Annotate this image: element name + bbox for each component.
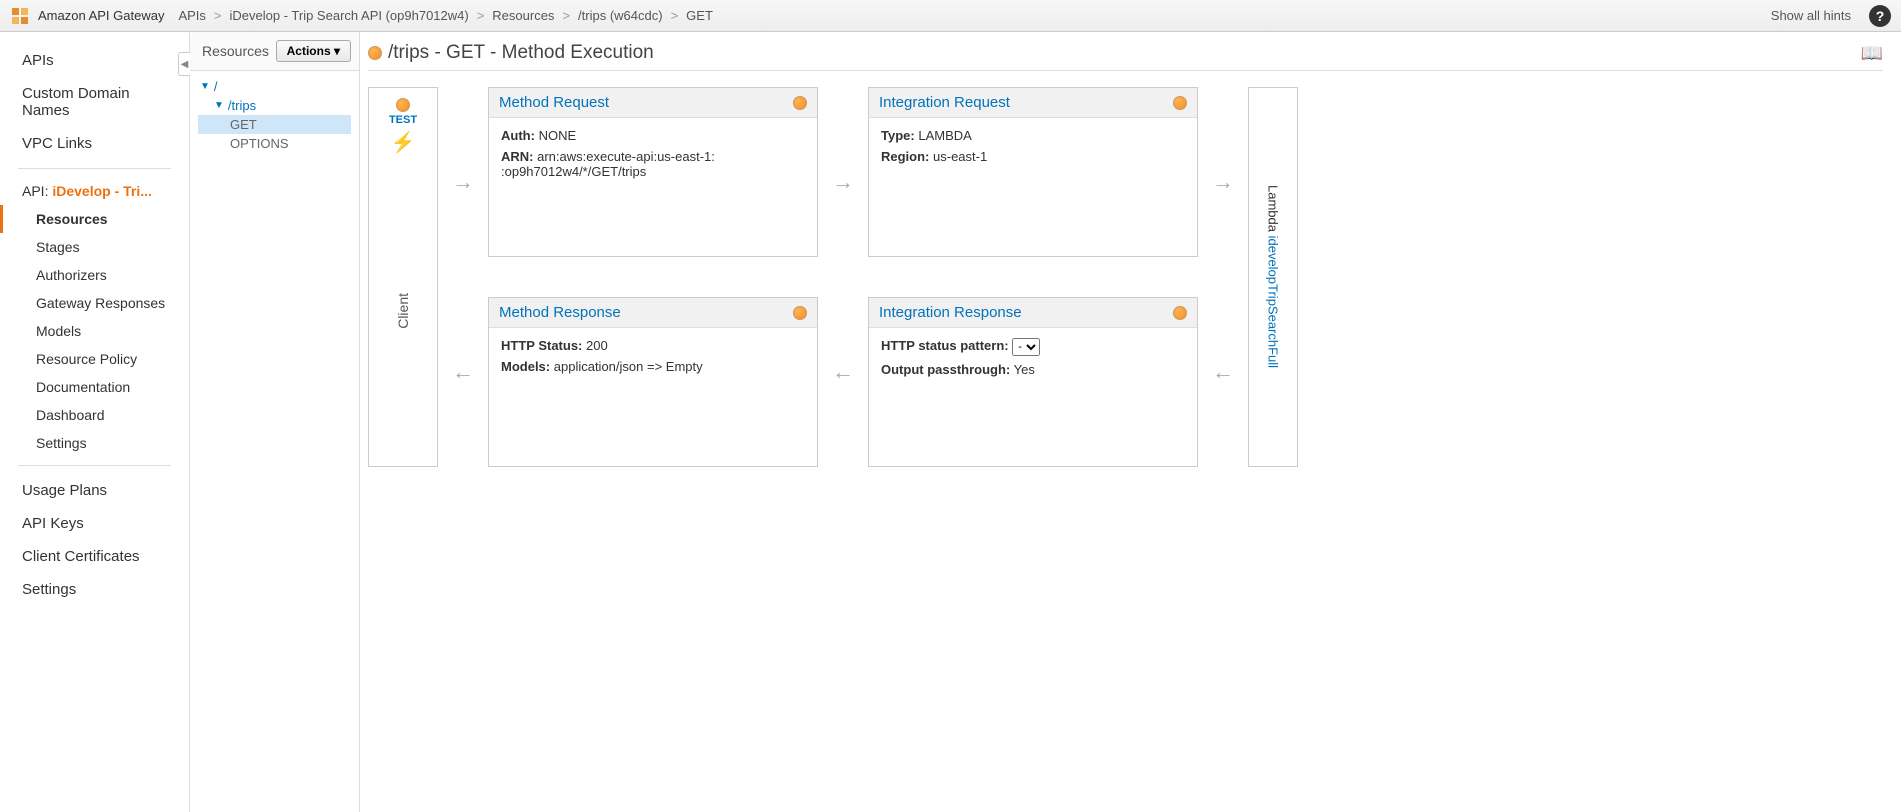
show-hints-link[interactable]: Show all hints <box>1771 8 1851 23</box>
resource-tree: ▼/ ▼/trips GET OPTIONS <box>190 71 359 159</box>
resources-panel: Resources Actions ▾ ▼/ ▼/trips GET OPTIO… <box>190 32 360 812</box>
client-label: Client <box>395 293 411 329</box>
auth-label: Auth: <box>501 128 535 143</box>
region-value: us-east-1 <box>933 149 987 164</box>
lambda-name[interactable]: idevelopTripSearchFull <box>1266 236 1281 368</box>
http-status-label: HTTP Status: <box>501 338 582 353</box>
models-label: Models: <box>501 359 550 374</box>
help-icon[interactable]: ? <box>1869 5 1891 27</box>
type-label: Type: <box>881 128 915 143</box>
method-request-card: Method Request Auth: NONE ARN: arn:aws:e… <box>488 87 818 257</box>
top-bar: Amazon API Gateway APIs> iDevelop - Trip… <box>0 0 1901 32</box>
integration-request-link[interactable]: Integration Request <box>879 94 1010 111</box>
method-request-link[interactable]: Method Request <box>499 94 609 111</box>
type-value: LAMBDA <box>918 128 971 143</box>
subnav-settings[interactable]: Settings <box>0 429 189 457</box>
tree-get[interactable]: GET <box>198 115 351 134</box>
integration-response-link[interactable]: Integration Response <box>879 304 1022 321</box>
dot-icon <box>793 306 807 320</box>
crumb-path[interactable]: /trips (w64cdc) <box>578 8 663 23</box>
subnav-models[interactable]: Models <box>0 317 189 345</box>
models-value: application/json => Empty <box>554 359 703 374</box>
passthrough-label: Output passthrough: <box>881 362 1010 377</box>
dot-icon <box>1173 96 1187 110</box>
nav-usage-plans[interactable]: Usage Plans <box>0 474 189 507</box>
bolt-icon: ⚡ <box>391 130 416 155</box>
arn-label: ARN: <box>501 149 534 164</box>
arrow-right-icon: → <box>1212 169 1234 195</box>
nav-api-keys[interactable]: API Keys <box>0 507 189 540</box>
left-sidebar: APIs Custom Domain Names VPC Links API: … <box>0 32 190 812</box>
pattern-label: HTTP status pattern: <box>881 338 1009 353</box>
service-name: Amazon API Gateway <box>38 8 164 23</box>
region-label: Region: <box>881 149 929 164</box>
dot-icon <box>1173 306 1187 320</box>
nav-custom-domain[interactable]: Custom Domain Names <box>0 77 189 127</box>
arrow-right-icon: → <box>832 169 854 195</box>
crumb-method[interactable]: GET <box>686 8 713 23</box>
actions-button[interactable]: Actions ▾ <box>276 40 351 62</box>
arrow-left-icon: ← <box>452 359 474 385</box>
method-response-card: Method Response HTTP Status: 200 Models:… <box>488 297 818 467</box>
crumb-apis[interactable]: APIs <box>178 8 205 23</box>
tree-options[interactable]: OPTIONS <box>198 134 351 153</box>
arrow-right-icon: → <box>452 169 474 195</box>
subnav-authorizers[interactable]: Authorizers <box>0 261 189 289</box>
nav-client-certificates[interactable]: Client Certificates <box>0 540 189 573</box>
page-title: /trips - GET - Method Execution <box>388 42 654 64</box>
subnav-stages[interactable]: Stages <box>0 233 189 261</box>
subnav-gateway-responses[interactable]: Gateway Responses <box>0 289 189 317</box>
arrow-left-icon: ← <box>832 359 854 385</box>
crumb-resources[interactable]: Resources <box>492 8 554 23</box>
service-logo: Amazon API Gateway <box>10 6 164 26</box>
chevron-down-icon: ▾ <box>334 44 340 58</box>
nav-apis[interactable]: APIs <box>0 44 189 77</box>
http-status-value: 200 <box>586 338 608 353</box>
passthrough-value: Yes <box>1014 362 1035 377</box>
api-name: iDevelop - Tri... <box>52 183 152 199</box>
arrow-left-icon: ← <box>1212 359 1234 385</box>
main-content: /trips - GET - Method Execution 📖 TEST ⚡… <box>360 32 1901 812</box>
status-dot-icon <box>368 46 382 60</box>
resources-title: Resources <box>202 43 270 59</box>
tree-trips[interactable]: ▼/trips <box>198 96 351 115</box>
method-response-link[interactable]: Method Response <box>499 304 621 321</box>
api-label: API: iDevelop - Tri... <box>0 177 189 205</box>
lambda-prefix: Lambda <box>1266 185 1281 236</box>
integration-request-card: Integration Request Type: LAMBDA Region:… <box>868 87 1198 257</box>
dot-icon <box>793 96 807 110</box>
gateway-icon <box>10 6 30 26</box>
pattern-select[interactable]: - <box>1012 338 1040 356</box>
test-label: TEST <box>389 114 417 126</box>
book-icon[interactable]: 📖 <box>1861 43 1883 64</box>
integration-response-card: Integration Response HTTP status pattern… <box>868 297 1198 467</box>
subnav-resources[interactable]: Resources <box>0 205 189 233</box>
subnav-dashboard[interactable]: Dashboard <box>0 401 189 429</box>
nav-settings-bottom[interactable]: Settings <box>0 573 189 606</box>
arn-value: arn:aws:execute-api:us-east-1: :op9h7012… <box>501 149 715 179</box>
breadcrumb: APIs> iDevelop - Trip Search API (op9h70… <box>178 8 712 23</box>
test-dot-icon <box>396 98 410 112</box>
crumb-api-name[interactable]: iDevelop - Trip Search API (op9h7012w4) <box>230 8 469 23</box>
nav-vpc-links[interactable]: VPC Links <box>0 127 189 160</box>
subnav-documentation[interactable]: Documentation <box>0 373 189 401</box>
client-box[interactable]: TEST ⚡ Client <box>368 87 438 467</box>
auth-value: NONE <box>539 128 577 143</box>
subnav-resource-policy[interactable]: Resource Policy <box>0 345 189 373</box>
lambda-box[interactable]: Lambda idevelopTripSearchFull <box>1248 87 1298 467</box>
sidebar-collapse-handle[interactable]: ◀ <box>178 52 190 76</box>
tree-root[interactable]: ▼/ <box>198 77 351 96</box>
